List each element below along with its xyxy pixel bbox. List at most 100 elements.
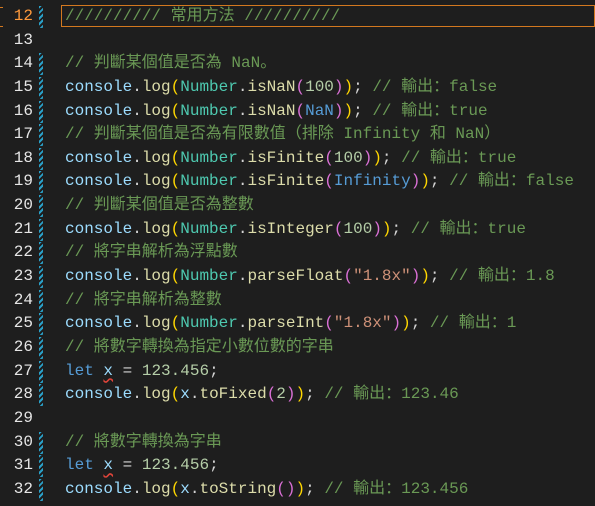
line-number: 21 — [13, 219, 33, 238]
code-token: let — [65, 456, 94, 475]
code-token: ( — [324, 148, 334, 167]
line-number: 20 — [13, 196, 33, 215]
code-token: log — [141, 77, 171, 96]
code-text: // 將數字轉換為指定小數位數的字串 — [65, 336, 334, 360]
code-comment: // 將字串解析為整數 — [65, 290, 222, 309]
code-line[interactable]: 32 console.log(x.toString()); // 輸出：123.4… — [0, 478, 595, 502]
code-token: log — [141, 385, 171, 404]
code-token: ) — [381, 219, 392, 238]
code-token: . — [132, 172, 142, 191]
code-line[interactable]: 28 console.log(x.toFixed(2)); // 輸出：123.4… — [0, 383, 595, 407]
code-token: "1.8x" — [333, 314, 392, 333]
code-token: ( — [324, 172, 334, 191]
code-text: console.log(Number.isFinite(100)); // 輸出… — [65, 147, 516, 171]
code-line[interactable]: 30 // 將數字轉換為字串 — [0, 431, 595, 455]
line-number: 30 — [13, 432, 33, 451]
code-text: console.log(Number.parseFloat("1.8x")); … — [65, 265, 555, 289]
indent-guide-marker — [39, 289, 43, 312]
code-line[interactable]: 26 // 將數字轉換為指定小數位數的字串 — [0, 336, 595, 360]
code-token: console — [65, 172, 133, 191]
code-token: ( — [170, 172, 181, 191]
line-number: 26 — [13, 337, 33, 356]
code-line[interactable]: 31 let x = 123.456; — [0, 454, 595, 478]
indent-guide-marker — [39, 53, 43, 76]
code-line[interactable]: 16 console.log(Number.isNaN(NaN)); // 輸出：… — [0, 100, 595, 124]
code-text: console.log(Number.isFinite(Infinity)); … — [65, 170, 574, 194]
code-text: // 將數字轉換為字串 — [65, 431, 222, 455]
code-line[interactable]: 19 console.log(Number.isFinite(Infinity))… — [0, 170, 595, 194]
indent-guide-marker — [39, 455, 43, 478]
code-text: // 將字串解析為浮點數 — [65, 241, 238, 265]
code-line[interactable]: 12 ////////// 常用方法 ////////// — [0, 5, 595, 29]
code-token: Number — [180, 101, 238, 120]
code-token: ) — [410, 172, 421, 191]
indent-guide-marker — [39, 266, 43, 289]
code-token: ) — [410, 267, 421, 286]
code-comment: // 判斷某個值是否為整數 — [65, 196, 254, 215]
code-line[interactable]: 24 // 將字串解析為整數 — [0, 289, 595, 313]
code-line[interactable]: 21 console.log(Number.isInteger(100)); //… — [0, 218, 595, 242]
line-number: 31 — [13, 456, 33, 475]
code-token: ) — [362, 148, 373, 167]
code-text: console.log(Number.isNaN(100)); // 輸出：fa… — [65, 76, 497, 100]
code-token: "1.8x" — [353, 267, 411, 286]
code-token: Number — [180, 77, 238, 96]
code-token: ; — [353, 77, 373, 96]
code-line[interactable]: 27 let x = 123.456; — [0, 360, 595, 384]
code-token: ) — [401, 314, 411, 333]
code-line[interactable]: 14 // 判斷某個值是否為 NaN。 — [0, 52, 595, 76]
line-number: 12 — [13, 7, 33, 25]
code-line[interactable]: 13 — [0, 29, 595, 53]
code-token: ( — [170, 267, 181, 286]
code-token: . — [132, 385, 142, 404]
code-token: isInteger — [247, 219, 334, 238]
code-line[interactable]: 18 console.log(Number.isFinite(100)); // … — [0, 147, 595, 171]
code-line[interactable]: 22 // 將字串解析為浮點數 — [0, 241, 595, 265]
code-token: parseInt — [247, 314, 325, 333]
code-token: 2 — [276, 385, 286, 404]
code-token: console — [65, 314, 133, 333]
code-comment: // 輸出：123.456 — [324, 479, 469, 498]
code-token: ( — [295, 77, 306, 96]
code-editor[interactable]: 12 ////////// 常用方法 ////////// 13 14 // 判斷某個值… — [0, 5, 595, 501]
code-token: ( — [170, 219, 181, 238]
code-line[interactable]: 25 console.log(Number.parseInt("1.8x")); … — [0, 312, 595, 336]
code-text: console.log(Number.parseInt("1.8x")); //… — [65, 312, 516, 336]
line-number: 27 — [13, 361, 33, 380]
code-line[interactable]: 15 console.log(Number.isNaN(100)); // 輸出：… — [0, 76, 595, 100]
code-text: ////////// 常用方法 ////////// — [65, 5, 340, 29]
line-number: 29 — [13, 408, 33, 427]
code-comment: // 輸出：false — [449, 172, 574, 191]
code-token: console — [65, 101, 133, 120]
code-comment: // 輸出：true — [372, 101, 488, 120]
code-text: // 判斷某個值是否為有限數值（排除 Infinity 和 NaN） — [65, 123, 500, 147]
code-comment: ////////// 常用方法 ////////// — [65, 7, 341, 25]
code-token: x — [180, 479, 190, 498]
code-token: . — [132, 479, 142, 498]
code-token: 100 — [333, 148, 363, 167]
code-comment: // 將數字轉換為字串 — [65, 432, 222, 451]
code-text: // 判斷某個值是否為 NaN。 — [65, 52, 276, 76]
code-token: ( — [170, 77, 181, 96]
code-token: ; — [305, 385, 325, 404]
code-token: ( — [276, 479, 286, 498]
code-token: 100 — [343, 219, 373, 238]
code-line[interactable]: 17 // 判斷某個值是否為有限數值（排除 Infinity 和 NaN） — [0, 123, 595, 147]
indent-guide-marker — [39, 6, 43, 28]
code-comment: // 輸出：1 — [429, 314, 517, 333]
line-number: 25 — [13, 314, 33, 333]
code-token: x — [103, 361, 114, 380]
code-token: console — [65, 77, 133, 96]
code-line[interactable]: 20 // 判斷某個值是否為整數 — [0, 194, 595, 218]
line-number: 28 — [13, 385, 33, 404]
code-line[interactable]: 23 console.log(Number.parseFloat("1.8x"))… — [0, 265, 595, 289]
code-comment: // 將字串解析為浮點數 — [65, 243, 238, 262]
indent-guide-marker — [39, 313, 43, 336]
code-token: ) — [420, 267, 430, 286]
indent-guide-marker — [39, 171, 43, 194]
code-token: ) — [372, 148, 382, 167]
code-line[interactable]: 29 — [0, 407, 595, 431]
indent-guide-marker — [39, 478, 43, 501]
indent-guide-marker — [39, 336, 43, 359]
code-token: NaN — [305, 101, 334, 120]
